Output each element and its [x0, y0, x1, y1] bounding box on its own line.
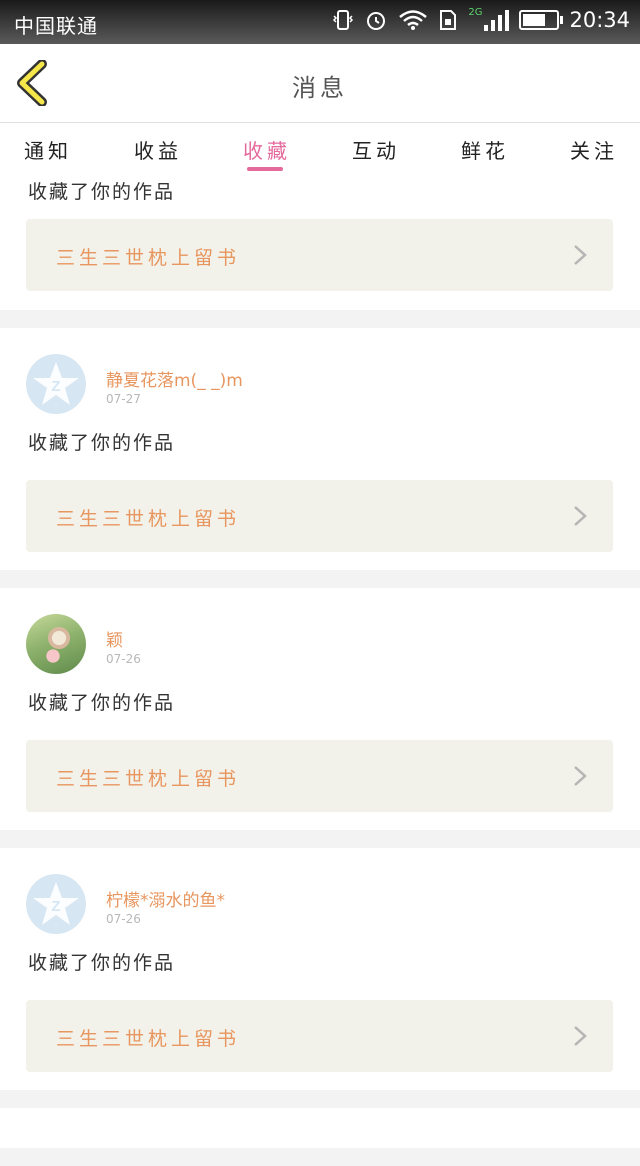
carrier-name: 中国联通	[14, 14, 98, 38]
action-text: 收藏了你的作品	[28, 692, 176, 714]
work-title: 三生三世枕上留书	[56, 1028, 241, 1050]
nav-header: 消息	[0, 44, 640, 123]
active-tab-indicator	[247, 167, 283, 171]
sim-icon	[440, 10, 457, 30]
alarm-icon	[367, 12, 386, 30]
tab-bar: 通知 收益 收藏 互动 鲜花 关注	[0, 123, 640, 173]
work-title: 三生三世枕上留书	[56, 768, 241, 790]
work-title: 三生三世枕上留书	[56, 508, 241, 530]
tab-interactions[interactable]: 互动	[352, 135, 400, 164]
user-avatar[interactable]	[26, 614, 86, 674]
chevron-right-icon	[574, 766, 587, 786]
tab-favorites[interactable]: 收藏	[243, 135, 291, 164]
tab-earnings[interactable]: 收益	[134, 135, 182, 164]
chevron-right-icon	[574, 1026, 587, 1046]
status-icons: 2G 20:34	[332, 6, 630, 32]
chevron-right-icon	[574, 506, 587, 526]
tab-follows[interactable]: 关注	[570, 135, 618, 164]
work-link[interactable]: 三生三世枕上留书	[26, 740, 613, 812]
action-text: 收藏了你的作品	[28, 181, 176, 203]
item-date: 07-26	[106, 652, 141, 666]
battery-level	[523, 14, 546, 26]
svg-text:Z: Z	[51, 378, 60, 395]
item-date: 07-26	[106, 912, 141, 926]
signal-icon	[484, 9, 510, 31]
list-item: 颖 07-26 收藏了你的作品 三生三世枕上留书	[0, 588, 640, 830]
username[interactable]: 静夏花落m(_ _)m	[106, 366, 243, 391]
list-item: Z 柠檬*溺水的鱼* 07-26 收藏了你的作品 三生三世枕上留书	[0, 848, 640, 1090]
list-item: 收藏了你的作品 三生三世枕上留书	[0, 173, 640, 310]
page-title: 消息	[292, 74, 348, 102]
work-link[interactable]: 三生三世枕上留书	[26, 1000, 613, 1072]
username[interactable]: 柠檬*溺水的鱼*	[106, 886, 225, 911]
work-link[interactable]: 三生三世枕上留书	[26, 480, 613, 552]
svg-text:Z: Z	[51, 898, 60, 915]
default-avatar-icon[interactable]: Z	[26, 354, 86, 414]
tab-flowers[interactable]: 鲜花	[461, 135, 509, 164]
work-link[interactable]: 三生三世枕上留书	[26, 219, 613, 291]
vibrate-icon	[333, 10, 354, 30]
list-item	[0, 1108, 640, 1148]
username[interactable]: 颖	[106, 626, 123, 651]
action-text: 收藏了你的作品	[28, 432, 176, 454]
chevron-right-icon	[574, 245, 587, 265]
battery-icon	[519, 10, 564, 30]
list-item: Z 静夏花落m(_ _)m 07-27 收藏了你的作品 三生三世枕上留书	[0, 328, 640, 570]
default-avatar-icon[interactable]: Z	[26, 874, 86, 934]
status-time: 20:34	[569, 8, 630, 32]
network-badge: 2G	[468, 6, 483, 18]
favorites-list: 收藏了你的作品 三生三世枕上留书 Z 静夏花落m(_ _)m 07-27 收藏了…	[0, 173, 640, 1166]
wifi-icon	[399, 10, 428, 30]
status-bar: 中国联通 2G 20:34	[0, 0, 640, 44]
work-title: 三生三世枕上留书	[56, 247, 241, 269]
action-text: 收藏了你的作品	[28, 952, 176, 974]
item-date: 07-27	[106, 392, 141, 406]
tab-notifications[interactable]: 通知	[24, 135, 72, 164]
